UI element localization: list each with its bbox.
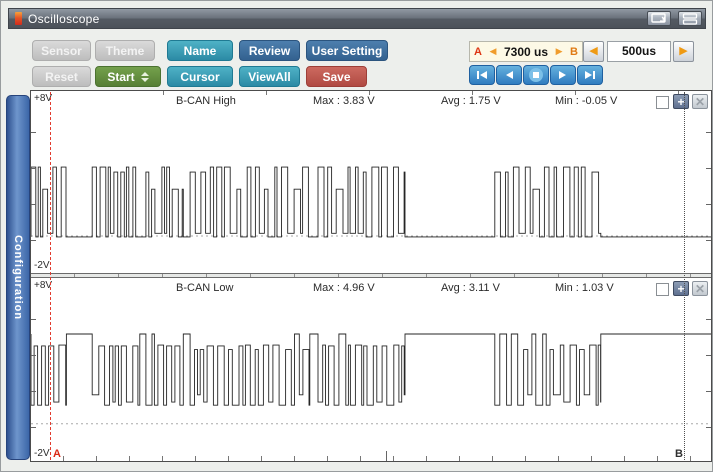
stat-min: Min : 1.03 V <box>555 282 614 294</box>
time-cursor-b-label: B <box>675 448 683 460</box>
channel-checkbox[interactable] <box>656 96 669 109</box>
sensor-button[interactable]: Sensor <box>32 40 91 61</box>
right-ruler-ticks <box>706 97 711 267</box>
channel-checkbox[interactable] <box>656 283 669 296</box>
playback-step-back-button[interactable] <box>496 65 522 85</box>
expand-panel-button[interactable]: + <box>673 281 689 296</box>
viewall-button[interactable]: ViewAll <box>239 66 300 87</box>
expand-panel-button[interactable]: + <box>673 94 689 109</box>
cursor-button[interactable]: Cursor <box>167 66 233 87</box>
app-icon <box>15 12 22 25</box>
window-list-button[interactable] <box>678 11 702 26</box>
left-ruler-ticks <box>31 97 36 267</box>
playback-skip-end-button[interactable] <box>577 65 603 85</box>
stat-avg: Avg : 1.75 V <box>441 95 501 107</box>
bottom-ruler-ticks <box>31 456 711 461</box>
configuration-tab[interactable]: Configuration <box>6 95 30 460</box>
panel-header: B-CAN High Max : 3.83 V Avg : 1.75 V Min… <box>31 92 711 110</box>
b-right-arrow-icon[interactable]: ▶ <box>556 46 563 57</box>
timebase-increase-button[interactable]: ▶ <box>673 41 694 62</box>
window-title: Oscilloscope <box>28 12 100 26</box>
ab-range-value: 7300 us <box>504 45 548 59</box>
channel-name: B-CAN High <box>176 95 236 107</box>
reset-button[interactable]: Reset <box>32 66 91 87</box>
stat-max: Max : 4.96 V <box>313 282 375 294</box>
start-button-label: Start <box>107 67 134 87</box>
oscilloscope-window: Oscilloscope Sensor Theme Name Review Us… <box>0 0 713 472</box>
bcan-high-waveform <box>31 91 711 273</box>
a-left-arrow-icon[interactable]: ◀ <box>490 46 497 57</box>
timebase-decrease-button[interactable]: ◀ <box>583 41 604 62</box>
popout-window-button[interactable] <box>647 11 671 26</box>
configuration-tab-label: Configuration <box>12 235 24 320</box>
skip-end-icon <box>583 70 597 80</box>
bottom-ruler-center-tick <box>386 451 387 461</box>
start-spinner-icon <box>141 72 149 82</box>
save-button[interactable]: Save <box>306 66 367 87</box>
channel-name: B-CAN Low <box>176 282 233 294</box>
timebase-value: 500us <box>607 41 671 62</box>
voltage-bottom-label: -2V <box>34 260 50 271</box>
voltage-bottom-label: -2V <box>34 448 50 459</box>
playback-stop-button[interactable] <box>523 65 549 85</box>
review-button[interactable]: Review <box>239 40 300 61</box>
stat-min: Min : -0.05 V <box>555 95 617 107</box>
stat-max: Max : 3.83 V <box>313 95 375 107</box>
time-cursor-b[interactable] <box>684 92 685 460</box>
signal-trace <box>31 167 711 237</box>
scope-panel-bcan-low: +8V -2V B-CAN Low Max : 4.96 V Avg : 3.1… <box>31 278 711 461</box>
scope-panel-bcan-high: +8V -2V B-CAN High Max : 3.83 V Avg : 1.… <box>31 91 711 273</box>
cursor-a-readout-label: A <box>474 46 482 58</box>
theme-button[interactable]: Theme <box>95 40 155 61</box>
time-cursor-a[interactable] <box>50 92 51 460</box>
close-panel-button[interactable]: ✕ <box>692 281 708 296</box>
window-list-icon <box>682 13 698 25</box>
ab-range-readout: A ◀ 7300 us ▶ B <box>469 41 583 62</box>
popout-window-icon <box>651 13 667 24</box>
name-button[interactable]: Name <box>167 40 233 61</box>
right-ruler-ticks <box>706 284 711 455</box>
time-cursor-a-label: A <box>53 448 61 460</box>
panel-header: B-CAN Low Max : 4.96 V Avg : 3.11 V Min … <box>31 279 711 297</box>
step-forward-icon <box>557 70 569 80</box>
user-setting-button[interactable]: User Setting <box>306 40 388 61</box>
cursor-b-readout-label: B <box>570 46 578 58</box>
bcan-low-waveform <box>31 278 711 461</box>
step-back-icon <box>503 70 515 80</box>
skip-start-icon <box>475 70 489 80</box>
stat-avg: Avg : 3.11 V <box>441 282 500 294</box>
playback-step-forward-button[interactable] <box>550 65 576 85</box>
close-panel-button[interactable]: ✕ <box>692 94 708 109</box>
stop-icon <box>527 67 545 83</box>
titlebar: Oscilloscope <box>8 8 706 29</box>
left-ruler-ticks <box>31 284 36 455</box>
start-button[interactable]: Start <box>95 66 161 87</box>
scope-area: +8V -2V B-CAN High Max : 3.83 V Avg : 1.… <box>30 90 712 462</box>
playback-skip-start-button[interactable] <box>469 65 495 85</box>
signal-trace <box>31 334 711 405</box>
